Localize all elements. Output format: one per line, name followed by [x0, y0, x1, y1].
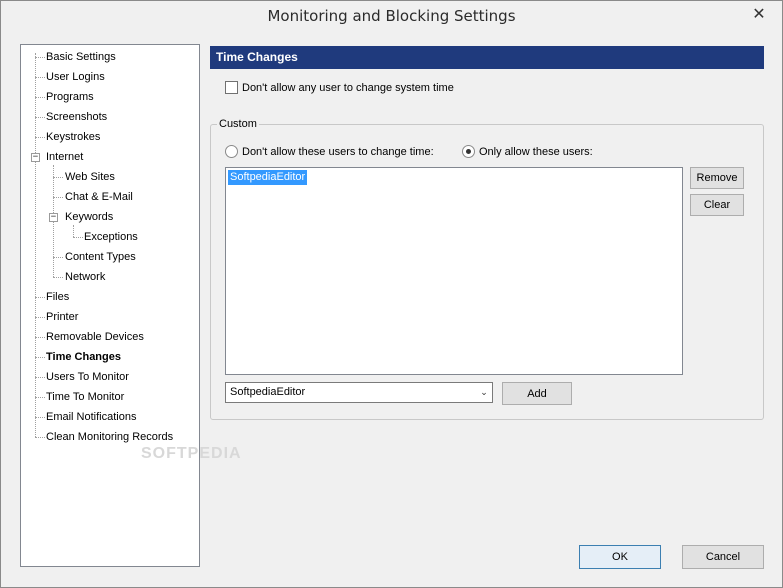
- allow-users-radio[interactable]: [462, 145, 475, 158]
- close-icon[interactable]: ✕: [742, 3, 776, 23]
- tree-branch: [35, 317, 45, 318]
- window-title: Monitoring and Blocking Settings: [267, 7, 516, 25]
- no-change-checkbox[interactable]: [225, 81, 238, 94]
- panel-header: Time Changes: [210, 46, 764, 69]
- tree-item-keystrokes[interactable]: Keystrokes: [45, 128, 101, 146]
- tree-item-files[interactable]: Files: [45, 288, 70, 306]
- tree-branch: [35, 297, 45, 298]
- tree-branch: [35, 377, 45, 378]
- cancel-button[interactable]: Cancel: [682, 545, 764, 569]
- tree-item-programs[interactable]: Programs: [45, 88, 95, 106]
- tree-item-user-logins[interactable]: User Logins: [45, 68, 106, 86]
- tree-branch: [53, 177, 63, 178]
- custom-group-title: Custom: [217, 117, 259, 131]
- tree-item-screenshots[interactable]: Screenshots: [45, 108, 108, 126]
- tree-keywords-connector: [73, 225, 74, 237]
- deny-users-radio[interactable]: [225, 145, 238, 158]
- tree-item-internet[interactable]: Internet: [45, 148, 84, 166]
- allow-users-radio-label[interactable]: Only allow these users:: [479, 145, 593, 159]
- tree-root-connector: [35, 53, 36, 437]
- no-change-checkbox-label[interactable]: Don't allow any user to change system ti…: [242, 81, 454, 95]
- tree-item-content-types[interactable]: Content Types: [64, 248, 137, 266]
- tree-branch: [35, 57, 45, 58]
- tree-item-keywords[interactable]: Keywords: [64, 208, 114, 226]
- tree-item-time-changes[interactable]: Time Changes: [45, 348, 122, 366]
- user-select-combo[interactable]: SoftpediaEditor ⌄: [225, 382, 493, 403]
- internet-collapse-icon[interactable]: −: [31, 153, 40, 162]
- tree-branch: [35, 97, 45, 98]
- users-listbox[interactable]: SoftpediaEditor: [225, 167, 683, 375]
- softpedia-watermark: SOFTPEDIA: [141, 445, 242, 462]
- tree-item-chat-email[interactable]: Chat & E-Mail: [64, 188, 134, 206]
- settings-tree[interactable]: − − SOFTPEDIA Basic Settings User Logins…: [20, 44, 241, 567]
- tree-branch: [53, 277, 63, 278]
- keywords-collapse-icon[interactable]: −: [49, 213, 58, 222]
- tree-branch: [35, 137, 45, 138]
- tree-item-network[interactable]: Network: [64, 268, 106, 286]
- tree-item-basic-settings[interactable]: Basic Settings: [45, 48, 117, 66]
- chevron-down-icon[interactable]: ⌄: [478, 383, 490, 402]
- tree-branch: [35, 117, 45, 118]
- tree-branch: [35, 437, 45, 438]
- tree-item-printer[interactable]: Printer: [45, 308, 79, 326]
- clear-button[interactable]: Clear: [690, 194, 744, 216]
- remove-button[interactable]: Remove: [690, 167, 744, 189]
- tree-item-exceptions[interactable]: Exceptions: [83, 228, 139, 246]
- title-bar: Monitoring and Blocking Settings ✕: [1, 1, 782, 32]
- tree-item-email-notifications[interactable]: Email Notifications: [45, 408, 137, 426]
- tree-branch: [35, 397, 45, 398]
- tree-item-removable-devices[interactable]: Removable Devices: [45, 328, 145, 346]
- tree-branch: [35, 357, 45, 358]
- tree-item-users-to-monitor[interactable]: Users To Monitor: [45, 368, 130, 386]
- user-select-value: SoftpediaEditor: [230, 386, 306, 398]
- tree-item-clean-monitoring-records[interactable]: Clean Monitoring Records: [45, 428, 174, 446]
- list-item[interactable]: SoftpediaEditor: [228, 170, 308, 185]
- tree-branch: [53, 257, 63, 258]
- tree-branch: [35, 77, 45, 78]
- ok-button[interactable]: OK: [579, 545, 661, 569]
- tree-branch: [35, 337, 45, 338]
- tree-branch: [53, 197, 63, 198]
- tree-branch: [35, 417, 45, 418]
- deny-users-radio-label[interactable]: Don't allow these users to change time:: [242, 145, 434, 159]
- settings-window: Monitoring and Blocking Settings ✕ − − S…: [0, 0, 783, 588]
- tree-branch: [73, 237, 83, 238]
- tree-item-time-to-monitor[interactable]: Time To Monitor: [45, 388, 125, 406]
- tree-item-web-sites[interactable]: Web Sites: [64, 168, 116, 186]
- add-button[interactable]: Add: [502, 382, 572, 405]
